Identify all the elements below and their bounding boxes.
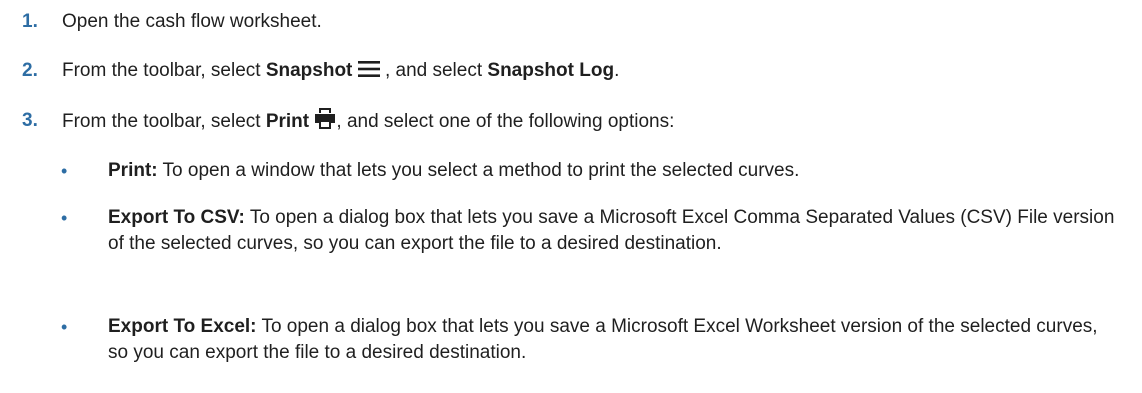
menu-icon bbox=[357, 60, 380, 86]
bullet: • bbox=[61, 161, 68, 181]
print-label: Print bbox=[265, 111, 310, 132]
step-text: From the toolbar, select Snapshot , and … bbox=[62, 58, 619, 86]
step-text-suffix: . bbox=[614, 60, 620, 81]
option-description: To open a dialog box that lets you save … bbox=[108, 207, 1115, 254]
option-label: Export To Excel: bbox=[108, 316, 257, 337]
step-text-prefix: From the toolbar, select bbox=[62, 60, 266, 81]
bullet: • bbox=[61, 317, 68, 337]
step-text: From the toolbar, select Print , and sel… bbox=[62, 108, 674, 137]
option-text: Export To Excel: To open a dialog box th… bbox=[108, 314, 1118, 366]
snapshot-log-label: Snapshot Log bbox=[487, 60, 615, 81]
print-icon bbox=[314, 108, 336, 137]
step-text-middle: , and select bbox=[379, 60, 488, 81]
step-number: 2. bbox=[22, 60, 38, 81]
option-text: Print: To open a window that lets you se… bbox=[108, 158, 1118, 184]
option-description: To open a window that lets you select a … bbox=[157, 160, 800, 181]
option-text: Export To CSV: To open a dialog box that… bbox=[108, 205, 1118, 257]
option-label: Print: bbox=[108, 160, 158, 181]
bullet: • bbox=[61, 208, 68, 228]
step-number: 1. bbox=[22, 11, 38, 32]
option-label: Export To CSV: bbox=[108, 207, 245, 228]
step-text-prefix: From the toolbar, select bbox=[62, 111, 266, 132]
option-description: To open a dialog box that lets you save … bbox=[108, 316, 1098, 363]
step-number: 3. bbox=[22, 110, 38, 131]
instructions-page: 1. Open the cash flow worksheet. 2. From… bbox=[0, 0, 1142, 393]
snapshot-label: Snapshot bbox=[265, 60, 353, 81]
step-text: Open the cash flow worksheet. bbox=[62, 11, 322, 32]
step-text-suffix: , and select one of the following option… bbox=[336, 111, 675, 132]
